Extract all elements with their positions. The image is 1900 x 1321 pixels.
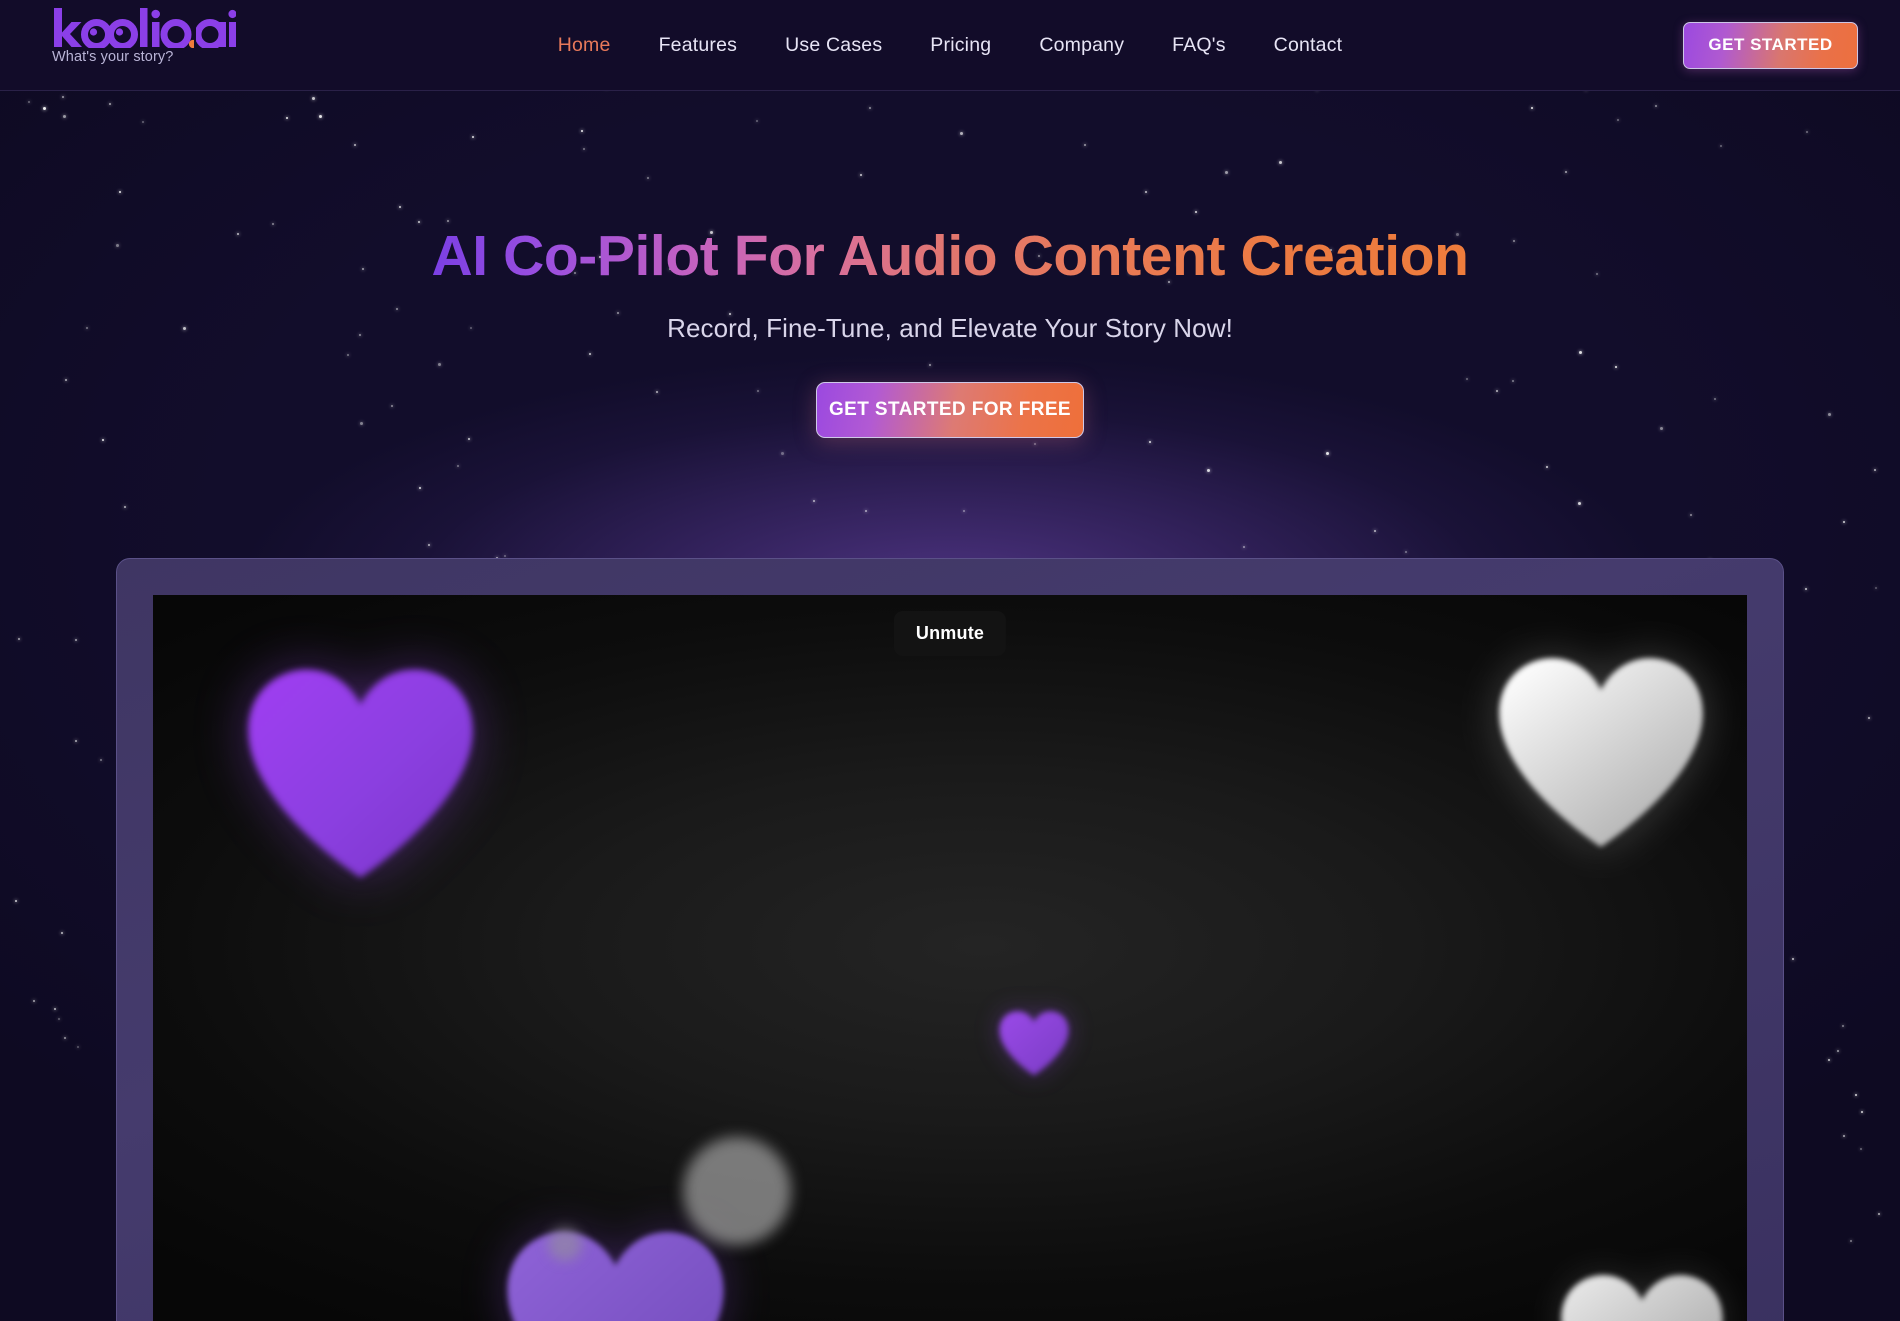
- star-dot: [1828, 1058, 1831, 1061]
- star-dot: [53, 1007, 56, 1010]
- star-dot: [781, 452, 785, 456]
- star-dot: [58, 1018, 61, 1021]
- heart-white-bottom: [1558, 1271, 1726, 1321]
- star-dot: [1326, 452, 1330, 456]
- star-dot: [1243, 545, 1246, 548]
- star-dot: [1874, 586, 1877, 589]
- star-dot: [1148, 441, 1151, 444]
- unmute-button[interactable]: Unmute: [893, 611, 1007, 656]
- koolio-ai-logo-icon: [54, 8, 194, 48]
- star-dot: [1792, 958, 1794, 961]
- hero-get-started-for-free-button[interactable]: GET STARTED FOR FREE: [816, 381, 1084, 438]
- star-dot: [962, 510, 965, 513]
- nav-item-contact[interactable]: Contact: [1250, 28, 1367, 63]
- star-dot: [76, 1045, 79, 1048]
- star-dot: [1860, 1111, 1863, 1114]
- star-dot: [468, 438, 471, 441]
- heart-icon: [999, 1011, 1069, 1076]
- star-dot: [1836, 1050, 1839, 1053]
- star-dot: [1207, 469, 1211, 473]
- heart-white-large: [1495, 653, 1707, 850]
- star-dot: [74, 639, 77, 642]
- star-dot: [1868, 717, 1871, 720]
- star-dot: [456, 465, 459, 468]
- star-dot: [1841, 1024, 1844, 1027]
- star-dot: [1578, 502, 1582, 506]
- nav-item-pricing[interactable]: Pricing: [906, 28, 1015, 63]
- header-get-started-button[interactable]: GET STARTED: [1683, 21, 1858, 69]
- star-dot: [1545, 465, 1548, 468]
- bokeh-blob-small: [548, 1227, 582, 1261]
- star-dot: [813, 499, 816, 502]
- logo-mark: [52, 8, 236, 48]
- star-dot: [32, 1000, 35, 1003]
- star-dot: [1849, 1239, 1852, 1242]
- heart-icon: [1561, 1275, 1723, 1321]
- star-dot: [1373, 529, 1376, 532]
- hero-section: AI Co-Pilot For Audio Content Creation R…: [0, 91, 1900, 438]
- star-dot: [418, 487, 421, 490]
- star-dot: [18, 638, 21, 641]
- heart-purple-small: [998, 1010, 1070, 1076]
- heart-icon: [1499, 658, 1703, 847]
- star-dot: [100, 759, 103, 762]
- logo-ai-text-icon: [196, 9, 236, 48]
- landing-page: What's your story? Home Features Use Cases…: [0, 0, 1900, 1321]
- video-player[interactable]: Unmute: [153, 595, 1747, 1321]
- star-dot: [1034, 443, 1037, 446]
- site-header: What's your story? Home Features Use Cases…: [0, 0, 1900, 91]
- logo-tagline: What's your story?: [52, 49, 174, 65]
- star-dot: [124, 506, 127, 509]
- star-dot: [1404, 551, 1407, 554]
- heart-purple-large: [243, 665, 478, 880]
- star-dot: [1874, 468, 1877, 471]
- star-dot: [503, 555, 506, 558]
- star-dot: [101, 438, 104, 441]
- star-dot: [63, 1036, 66, 1039]
- star-dot: [1855, 1094, 1858, 1097]
- bokeh-blob-gray: [683, 1137, 791, 1245]
- star-dot: [1859, 1148, 1862, 1151]
- star-dot: [1690, 513, 1693, 516]
- star-dot: [14, 899, 17, 902]
- star-dot: [1843, 1134, 1846, 1137]
- star-dot: [864, 509, 867, 512]
- heart-icon: [248, 669, 473, 878]
- hero-subheadline: Record, Fine-Tune, and Elevate Your Stor…: [667, 312, 1233, 343]
- logo[interactable]: What's your story?: [52, 8, 236, 65]
- heart-purple-bottom: [503, 1227, 728, 1321]
- heart-icon: [507, 1232, 724, 1321]
- star-dot: [1804, 587, 1807, 590]
- star-dot: [74, 739, 77, 742]
- star-dot: [427, 543, 430, 546]
- star-dot: [1842, 520, 1845, 523]
- main-navigation: Home Features Use Cases Pricing Company FAQ's…: [534, 28, 1367, 63]
- star-dot: [61, 931, 64, 934]
- hero-headline: AI Co-Pilot For Audio Content Creation: [431, 224, 1469, 288]
- nav-item-faqs[interactable]: FAQ's: [1148, 28, 1249, 63]
- nav-item-company[interactable]: Company: [1015, 28, 1148, 63]
- star-dot: [1878, 1212, 1881, 1215]
- laptop-mockup-frame: Unmute: [116, 558, 1784, 1321]
- nav-item-features[interactable]: Features: [635, 28, 762, 63]
- nav-item-home[interactable]: Home: [534, 28, 635, 63]
- nav-item-use-cases[interactable]: Use Cases: [761, 28, 906, 63]
